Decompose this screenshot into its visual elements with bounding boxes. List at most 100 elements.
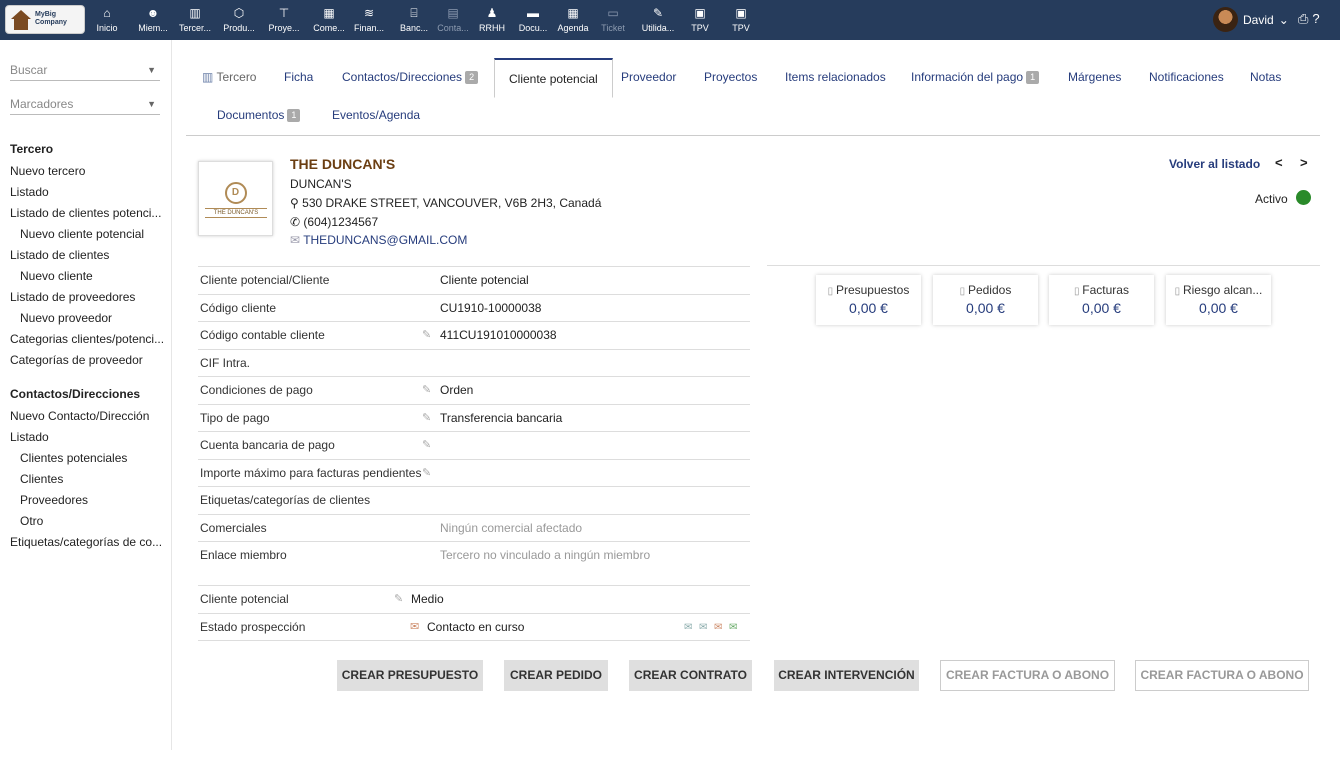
top-menu-4[interactable]: ⊤ Proye... xyxy=(262,0,306,40)
action-button: CREAR FACTURA O ABONO xyxy=(940,660,1115,691)
search-select[interactable]: Buscar ▼ xyxy=(10,59,160,81)
company-logo-thumbnail[interactable]: D THE DUNCAN'S xyxy=(198,161,273,236)
tab-tercero[interactable]: ▥ Tercero xyxy=(202,70,256,84)
bookmarks-label: Marcadores xyxy=(10,97,74,111)
tab-proveedor[interactable]: Proveedor xyxy=(621,70,676,84)
help-icon[interactable]: ? xyxy=(1312,11,1323,26)
back-to-list-link[interactable]: Volver al listado xyxy=(1169,157,1260,171)
stat-card[interactable]: ▯ Presupuestos 0,00 € xyxy=(816,275,921,325)
top-menu-12[interactable]: ▭ Ticket xyxy=(593,0,633,40)
field-label: Etiquetas/categorías de clientes xyxy=(200,493,371,507)
field-label: Tipo de pago xyxy=(200,410,270,425)
sidebar-item[interactable]: Contactos/Direcciones xyxy=(10,387,140,401)
sidebar-item[interactable]: Listado de clientes xyxy=(10,248,109,262)
sidebar-item[interactable]: Clientes potenciales xyxy=(20,451,127,465)
tab-margenes[interactable]: Márgenes xyxy=(1068,70,1121,84)
field-row: Cuenta bancaria de pago ✎ xyxy=(198,431,750,459)
top-menu-5[interactable]: ▦ Come... xyxy=(309,0,349,40)
top-menu-2[interactable]: ▥ Tercer... xyxy=(175,0,215,40)
field-label: Cliente potencial/Cliente xyxy=(200,273,330,287)
state-to-contact-icon[interactable]: ✉ xyxy=(699,614,707,641)
top-menu-14[interactable]: ▣ TPV xyxy=(681,0,719,40)
tab-notificaciones[interactable]: Notificaciones xyxy=(1149,70,1224,84)
top-menu-label: Banc... xyxy=(399,23,428,33)
tab-eventos[interactable]: Eventos/Agenda xyxy=(332,108,420,122)
tab-contactos[interactable]: Contactos/Direcciones 2 xyxy=(342,70,479,84)
sidebar-item[interactable]: Listado de proveedores xyxy=(10,290,135,304)
sidebar-item[interactable]: Proveedores xyxy=(20,493,88,507)
field-row: Etiquetas/categorías de clientes xyxy=(198,486,750,514)
top-menu-label: Agenda xyxy=(557,23,589,33)
tab-ficha[interactable]: Ficha xyxy=(284,70,313,84)
sidebar-item[interactable]: Listado xyxy=(10,430,49,444)
sidebar-item[interactable]: Tercero xyxy=(10,142,53,156)
tab-proyectos[interactable]: Proyectos xyxy=(704,70,757,84)
edit-pencil-icon[interactable]: ✎ xyxy=(394,586,403,613)
top-menu-15[interactable]: ▣ TPV xyxy=(722,0,760,40)
stat-card-amount: 0,00 € xyxy=(1082,300,1121,316)
tab-cliente-potencial[interactable]: Cliente potencial xyxy=(494,58,613,98)
action-button[interactable]: CREAR INTERVENCIÓN xyxy=(774,660,919,691)
top-menu-10[interactable]: ▬ Docu... xyxy=(512,0,554,40)
tab-documentos[interactable]: Documentos 1 xyxy=(217,108,301,122)
company-name: THE DUNCAN'S xyxy=(290,156,396,172)
edit-pencil-icon[interactable]: ✎ xyxy=(422,460,431,487)
stat-card-amount: 0,00 € xyxy=(849,300,888,316)
state-never-contacted-icon[interactable]: ✉ xyxy=(684,614,692,641)
action-button[interactable]: CREAR PEDIDO xyxy=(504,660,608,691)
top-menu-9[interactable]: ♟ RRHH xyxy=(472,0,512,40)
top-menu-13[interactable]: ✎ Utilida... xyxy=(636,0,680,40)
edit-pencil-icon[interactable]: ✎ xyxy=(422,377,431,404)
tab-info-pago[interactable]: Información del pago 1 xyxy=(911,70,1040,84)
print-icon[interactable]: ⎙ xyxy=(1298,11,1312,26)
sidebar-item[interactable]: Categorias clientes/potenci... xyxy=(10,332,164,346)
stat-card-title-text: Pedidos xyxy=(967,283,1012,297)
edit-pencil-icon[interactable]: ✎ xyxy=(422,432,431,459)
company-email[interactable]: ✉ THEDUNCANS@GMAIL.COM xyxy=(290,233,467,247)
state-in-progress-icon[interactable]: ✉ xyxy=(714,614,722,641)
next-arrow-icon[interactable]: > xyxy=(1300,155,1308,170)
company-logo[interactable]: MyBig Company xyxy=(5,5,85,34)
sidebar-item[interactable]: Otro xyxy=(20,514,43,528)
top-menu-1[interactable]: ☻ Miem... xyxy=(133,0,173,40)
tab-items-relacionados[interactable]: Items relacionados xyxy=(785,70,886,84)
building-icon: ▥ xyxy=(202,70,214,84)
state-contact-icon: ✉ xyxy=(410,620,420,633)
stat-card-title-text: Presupuestos xyxy=(835,283,910,297)
tab-notas[interactable]: Notas xyxy=(1250,70,1281,84)
person-tie-icon: ♟ xyxy=(486,6,498,20)
top-menu-11[interactable]: ▦ Agenda xyxy=(554,0,592,40)
bookmarks-select[interactable]: Marcadores ▼ xyxy=(10,93,160,115)
user-menu[interactable]: David ⌄ xyxy=(1213,7,1289,32)
field-value: CU1910-10000038 xyxy=(440,300,542,315)
action-button[interactable]: CREAR CONTRATO xyxy=(629,660,752,691)
edit-pencil-icon[interactable]: ✎ xyxy=(422,405,431,432)
top-menu-7[interactable]: ⌸ Banc... xyxy=(394,0,434,40)
previous-arrow-icon[interactable]: < xyxy=(1275,155,1283,170)
top-menu-3[interactable]: ⬡ Produ... xyxy=(217,0,261,40)
sidebar-item[interactable]: Nuevo cliente potencial xyxy=(20,227,144,241)
stat-card[interactable]: ▯ Pedidos 0,00 € xyxy=(933,275,1038,325)
sidebar-item[interactable]: Categorías de proveedor xyxy=(10,353,143,367)
top-menu-8[interactable]: ▤ Conta... xyxy=(433,0,473,40)
sidebar-item[interactable]: Nuevo Contacto/Dirección xyxy=(10,409,149,423)
action-button[interactable]: CREAR PRESUPUESTO xyxy=(337,660,483,691)
stat-card[interactable]: ▯ Riesgo alcan... 0,00 € xyxy=(1166,275,1271,325)
sidebar-item[interactable]: Listado xyxy=(10,185,49,199)
top-menu-0[interactable]: ⌂ Inicio xyxy=(88,0,126,40)
top-menu-label: Tercer... xyxy=(178,23,211,33)
folder-icon: ▬ xyxy=(527,6,539,20)
top-menu-6[interactable]: ≋ Finan... xyxy=(349,0,389,40)
sidebar-item[interactable]: Nuevo cliente xyxy=(20,269,93,283)
field-row: Tipo de pago ✎ Transferencia bancaria xyxy=(198,403,750,432)
sidebar-item[interactable]: Listado de clientes potenci... xyxy=(10,206,161,220)
field-value: Orden xyxy=(440,383,474,397)
stat-card[interactable]: ▯ Facturas 0,00 € xyxy=(1049,275,1154,325)
sidebar-item[interactable]: Clientes xyxy=(20,472,63,486)
edit-pencil-icon[interactable]: ✎ xyxy=(422,322,431,349)
sidebar-item[interactable]: Etiquetas/categorías de co... xyxy=(10,535,162,549)
state-done-icon[interactable]: ✉ xyxy=(729,614,737,641)
sidebar-item[interactable]: Nuevo proveedor xyxy=(20,311,112,325)
chevron-down-icon: ⌄ xyxy=(1278,12,1289,27)
sidebar-item[interactable]: Nuevo tercero xyxy=(10,164,85,178)
